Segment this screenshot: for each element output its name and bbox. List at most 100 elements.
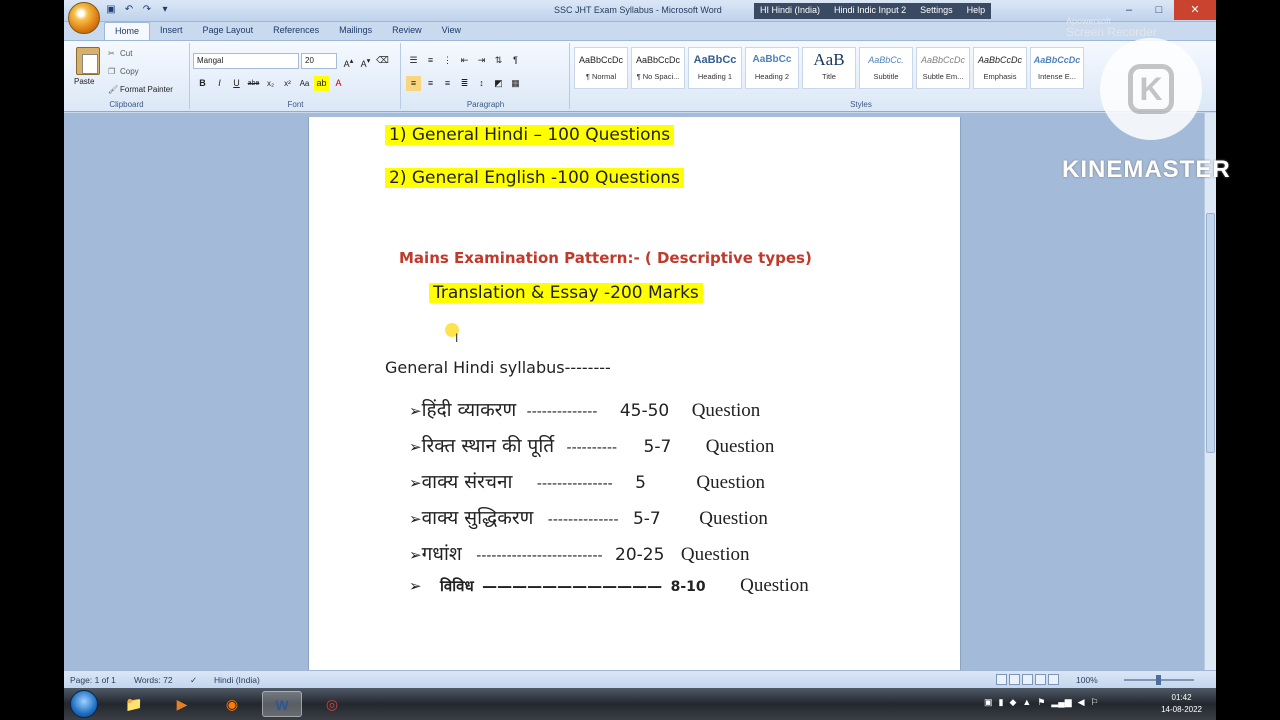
draft-view-button[interactable] bbox=[1048, 674, 1059, 685]
view-buttons bbox=[996, 674, 1059, 685]
style-no-spacing[interactable]: AaBbCcDc ¶ No Spaci... bbox=[631, 47, 685, 89]
tab-view[interactable]: View bbox=[432, 22, 471, 40]
firefox-icon[interactable]: ◉ bbox=[212, 691, 252, 717]
paste-button[interactable]: Paste bbox=[74, 77, 94, 86]
style-intense-emphasis[interactable]: AaBbCcDc Intense E... bbox=[1030, 47, 1084, 89]
outline-view-button[interactable] bbox=[1035, 674, 1046, 685]
flag-tray-icon[interactable]: ⚑ bbox=[1037, 697, 1045, 708]
mains-pattern-heading: Mains Examination Pattern:- ( Descriptiv… bbox=[399, 249, 812, 267]
sort-button[interactable]: ⇅ bbox=[491, 53, 506, 68]
align-center-button[interactable]: ≡ bbox=[423, 76, 438, 91]
style-heading-1[interactable]: AaBbCc Heading 1 bbox=[688, 47, 742, 89]
language-bar: HI Hindi (India) Hindi Indic Input 2 Set… bbox=[754, 3, 992, 19]
syllabus-row: ➢वाक्य सुद्धिकरण -------------- 5-7 Ques… bbox=[409, 507, 768, 529]
show-hidden-icons[interactable]: ▲ bbox=[1022, 697, 1031, 708]
shading-button[interactable]: ◩ bbox=[491, 76, 506, 91]
superscript-button[interactable]: x² bbox=[280, 76, 295, 91]
web-layout-view-button[interactable] bbox=[1022, 674, 1033, 685]
tab-page-layout[interactable]: Page Layout bbox=[193, 22, 264, 40]
office-button[interactable] bbox=[68, 2, 100, 34]
paste-icon[interactable] bbox=[76, 47, 100, 75]
chrome-icon[interactable]: ◎ bbox=[312, 691, 352, 717]
ribbon-tabs: Home Insert Page Layout References Maili… bbox=[104, 22, 471, 40]
arrow-bullet-icon: ➢ bbox=[409, 578, 422, 595]
syllabus-row: ➢हिंदी व्याकरण -------------- 45-50 Ques… bbox=[409, 399, 761, 421]
kinemaster-watermark: KINEMASTER bbox=[1062, 156, 1231, 183]
full-screen-view-button[interactable] bbox=[1009, 674, 1020, 685]
action-center-icon[interactable]: ⚐ bbox=[1091, 697, 1099, 708]
start-button[interactable] bbox=[70, 690, 98, 718]
italic-button[interactable]: I bbox=[212, 76, 227, 91]
show-marks-button[interactable]: ¶ bbox=[508, 53, 523, 68]
media-player-icon[interactable]: ▶ bbox=[162, 691, 202, 717]
tab-home[interactable]: Home bbox=[104, 22, 151, 40]
font-color-button[interactable]: A bbox=[331, 76, 346, 91]
style-emphasis[interactable]: AaBbCcDc Emphasis bbox=[973, 47, 1027, 89]
grow-font-button[interactable]: A▴ bbox=[341, 53, 356, 69]
increase-indent-button[interactable]: ⇥ bbox=[474, 53, 489, 68]
paragraph-label: Paragraph bbox=[466, 100, 505, 109]
zoom-level[interactable]: 100% bbox=[1076, 675, 1098, 685]
style-heading-2[interactable]: AaBbCc Heading 2 bbox=[745, 47, 799, 89]
line-spacing-button[interactable]: ↕ bbox=[474, 76, 489, 91]
tab-references[interactable]: References bbox=[263, 22, 329, 40]
font-size-combo[interactable]: 20 bbox=[301, 53, 337, 69]
volume-tray-icon[interactable]: ◀ bbox=[1078, 697, 1085, 708]
shrink-font-button[interactable]: A▾ bbox=[358, 53, 373, 69]
help-button[interactable]: Help bbox=[967, 5, 986, 17]
justify-button[interactable]: ≣ bbox=[457, 76, 472, 91]
tab-insert[interactable]: Insert bbox=[150, 22, 193, 40]
borders-button[interactable]: ▦ bbox=[508, 76, 523, 91]
align-right-button[interactable]: ≡ bbox=[440, 76, 455, 91]
file-explorer-icon[interactable]: 📁 bbox=[114, 691, 154, 717]
customize-qat-icon[interactable]: ▾ bbox=[158, 3, 172, 17]
tab-review[interactable]: Review bbox=[382, 22, 432, 40]
change-case-button[interactable]: Aa bbox=[297, 76, 312, 91]
save-icon[interactable]: ▣ bbox=[104, 3, 118, 17]
copy-button[interactable]: ❐ Copy bbox=[108, 67, 139, 76]
style-normal[interactable]: AaBbCcDc ¶ Normal bbox=[574, 47, 628, 89]
tab-mailings[interactable]: Mailings bbox=[329, 22, 382, 40]
language-indicator[interactable]: HI Hindi (India) bbox=[760, 5, 820, 17]
underline-button[interactable]: U bbox=[229, 76, 244, 91]
settings-button[interactable]: Settings bbox=[920, 5, 953, 17]
decrease-indent-button[interactable]: ⇤ bbox=[457, 53, 472, 68]
page-count[interactable]: Page: 1 of 1 bbox=[70, 675, 116, 685]
language-status[interactable]: Hindi (India) bbox=[214, 675, 260, 685]
exam-item-1: 1) General Hindi – 100 Questions bbox=[385, 125, 675, 145]
recorder-tray-icon[interactable]: ▣ bbox=[984, 697, 993, 708]
print-layout-view-button[interactable] bbox=[996, 674, 1007, 685]
numbering-button[interactable]: ≡ bbox=[423, 53, 438, 68]
strikethrough-button[interactable]: abe bbox=[246, 76, 261, 91]
align-left-button[interactable]: ≡ bbox=[406, 76, 421, 91]
vertical-scrollbar[interactable] bbox=[1204, 113, 1216, 670]
close-button[interactable]: ✕ bbox=[1174, 0, 1216, 20]
zoom-slider-thumb[interactable] bbox=[1156, 675, 1161, 685]
format-painter-button[interactable]: 🖌 Format Painter bbox=[108, 85, 173, 94]
redo-icon[interactable]: ↷ bbox=[140, 3, 154, 17]
style-title[interactable]: AaB Title bbox=[802, 47, 856, 89]
antivirus-tray-icon[interactable]: ◆ bbox=[1009, 697, 1016, 708]
subscript-button[interactable]: x₂ bbox=[263, 76, 278, 91]
undo-icon[interactable]: ↶ bbox=[122, 3, 136, 17]
cut-button[interactable]: ✂ Cut bbox=[108, 49, 132, 58]
multilevel-list-button[interactable]: ⋮ bbox=[440, 53, 455, 68]
style-subtitle[interactable]: AaBbCc. Subtitle bbox=[859, 47, 913, 89]
word-count[interactable]: Words: 72 bbox=[134, 675, 173, 685]
word-taskbar-icon[interactable]: W bbox=[262, 691, 302, 717]
font-name-combo[interactable]: Mangal bbox=[193, 53, 299, 69]
highlight-button[interactable]: ab bbox=[314, 76, 329, 91]
style-subtle-emphasis[interactable]: AaBbCcDc Subtle Em... bbox=[916, 47, 970, 89]
document-page[interactable]: 1) General Hindi – 100 Questions 2) Gene… bbox=[308, 117, 961, 677]
signal-tray-icon[interactable]: ▂▄▆ bbox=[1051, 697, 1071, 708]
spelling-icon[interactable]: ✓ bbox=[190, 675, 197, 686]
scroll-thumb[interactable] bbox=[1206, 213, 1215, 453]
arrow-bullet-icon: ➢ bbox=[409, 439, 422, 456]
taskbar-clock[interactable]: 01:42 14-08-2022 bbox=[1161, 692, 1202, 716]
ime-indicator[interactable]: Hindi Indic Input 2 bbox=[834, 5, 906, 17]
bold-button[interactable]: B bbox=[195, 76, 210, 91]
syllabus-row: ➢गधांश ------------------------- 20-25 Q… bbox=[409, 543, 750, 565]
bullets-button[interactable]: ☰ bbox=[406, 53, 421, 68]
clear-format-button[interactable]: ⌫ bbox=[375, 53, 390, 68]
network-tray-icon[interactable]: ▮ bbox=[999, 697, 1004, 708]
